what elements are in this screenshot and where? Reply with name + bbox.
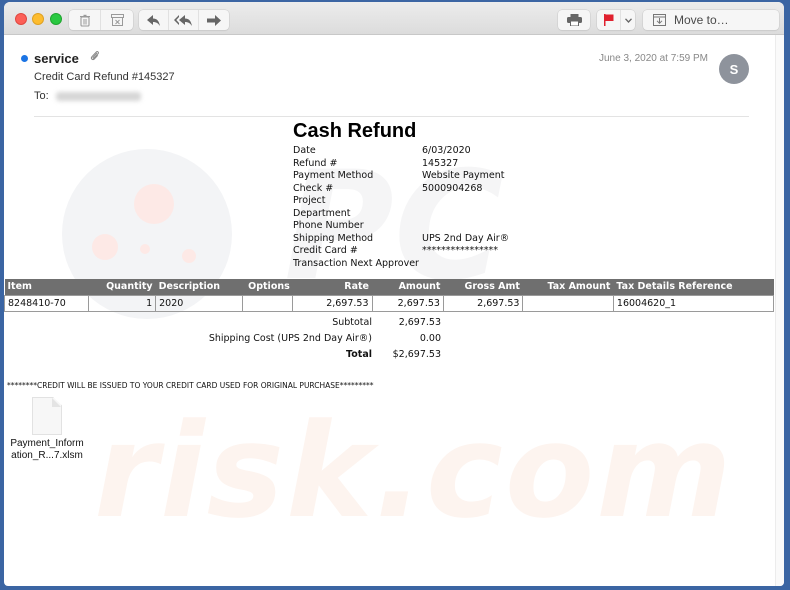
detail-row: Department (293, 207, 351, 219)
print-group (558, 10, 590, 30)
cell-tax-amount (522, 294, 614, 312)
delete-archive-group (69, 10, 133, 30)
table-row: 8248410-70 1 2020 2,697.53 2,697.53 2,69… (4, 294, 775, 312)
vertical-scrollbar[interactable] (775, 35, 784, 586)
paperclip-icon (90, 50, 100, 65)
detail-row: Credit Card # **************** (293, 245, 498, 256)
column-header: Item (4, 279, 89, 295)
zoom-window-button[interactable] (50, 13, 62, 25)
archive-button[interactable] (101, 10, 133, 30)
cell-rate: 2,697.53 (292, 294, 373, 312)
cell-options (241, 294, 294, 312)
recipient-address-redacted (56, 92, 141, 101)
column-header: Amount (372, 279, 444, 295)
avatar-initial: S (729, 61, 739, 77)
detail-row: Payment Method Website Payment (293, 170, 505, 181)
flag-icon (603, 14, 613, 26)
detail-row: Refund #145327 (293, 157, 459, 169)
column-header: Tax Amount (522, 279, 614, 295)
to-label: To: (34, 90, 49, 102)
document-icon (32, 397, 62, 435)
move-to-icon (653, 14, 666, 26)
reply-forward-group (139, 10, 229, 30)
detail-row: Shipping Method UPS 2nd Day Air® (293, 232, 510, 244)
flag-menu-button[interactable] (621, 10, 635, 30)
move-to-button[interactable]: Move to… (643, 10, 779, 30)
move-to-label: Move to… (674, 13, 729, 27)
refund-details: Date 6/03/2020 Refund #145327 Payment Met… (293, 145, 593, 270)
document-title: Cash Refund (293, 120, 417, 142)
flag-group (597, 10, 635, 30)
column-header: Description (155, 279, 243, 295)
total-row: Total $2,697.53 (346, 349, 441, 360)
subtotal-row: Subtotal 2,697.53 (332, 317, 441, 328)
detail-row: Project (293, 195, 326, 206)
archive-icon (110, 14, 124, 26)
move-to-group: Move to… (643, 10, 779, 30)
totals-section: Subtotal 2,697.53 Shipping Cost (UPS 2nd… (4, 315, 444, 363)
cell-gross-amt: 2,697.53 (442, 294, 524, 312)
delete-button[interactable] (69, 10, 101, 30)
message-view: PC risk.com service Credit Card Refund #… (4, 35, 775, 586)
print-icon (566, 14, 582, 26)
flag-button[interactable] (597, 10, 621, 30)
minimize-window-button[interactable] (32, 13, 44, 25)
detail-row: Transaction Next Approver (293, 257, 419, 269)
column-header: Options (242, 279, 293, 295)
avatar: S (719, 54, 749, 84)
sender-name[interactable]: service (34, 51, 79, 66)
cell-amount: 2,697.53 (371, 294, 444, 312)
detail-row: Date 6/03/2020 (293, 145, 471, 156)
reply-all-button[interactable] (169, 10, 199, 30)
column-header: Gross Amt (443, 279, 523, 295)
reply-button[interactable] (139, 10, 169, 30)
detail-row: Check #5000904268 (293, 182, 483, 194)
attachment-filename: Payment_Inform ation_R...7.xlsm (10, 438, 84, 461)
items-table: Item Quantity Description Options Rate A… (4, 279, 775, 312)
toolbar: Move to… (4, 2, 784, 35)
message-date: June 3, 2020 at 7:59 PM (599, 53, 708, 64)
mail-window: Move to… PC risk.com service Credit Card… (4, 2, 784, 586)
forward-icon (207, 14, 221, 26)
table-header-row: Item Quantity Description Options Rate A… (4, 279, 774, 295)
cell-quantity: 1 (87, 294, 157, 312)
reply-icon (146, 14, 160, 26)
cell-tax-details-reference: 16004620_1 (612, 294, 775, 312)
watermark-text: risk.com (94, 395, 734, 547)
chevron-down-icon (624, 17, 632, 23)
credit-notice: ********CREDIT WILL BE ISSUED TO YOUR CR… (7, 381, 374, 390)
reply-all-icon (174, 14, 192, 26)
attachment-file[interactable]: Payment_Inform ation_R...7.xlsm (4, 397, 90, 462)
detail-row: Phone Number (293, 220, 364, 231)
column-header: Quantity (88, 279, 156, 295)
column-header: Rate (292, 279, 372, 295)
message-subject: Credit Card Refund #145327 (34, 71, 175, 83)
cell-description: 2020 (155, 294, 243, 312)
print-button[interactable] (558, 10, 590, 30)
header-divider (34, 116, 749, 117)
close-window-button[interactable] (15, 13, 27, 25)
column-header: Tax Details Reference (613, 279, 774, 295)
cell-item: 8248410-70 (4, 294, 89, 312)
shipping-cost-row: Shipping Cost (UPS 2nd Day Air®) 0.00 (208, 333, 441, 344)
unread-indicator (21, 55, 28, 62)
trash-icon (79, 14, 90, 27)
forward-button[interactable] (199, 10, 229, 30)
